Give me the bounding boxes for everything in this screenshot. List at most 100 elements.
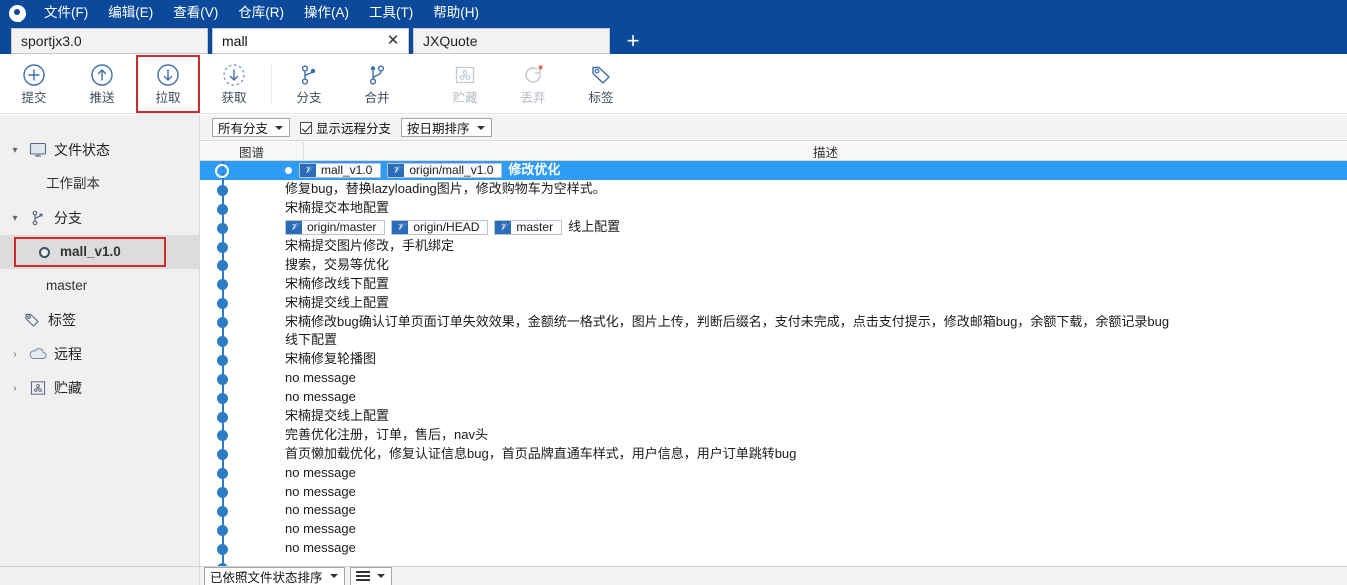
app-logo: [0, 0, 34, 26]
commit-row[interactable]: no message: [200, 519, 1347, 539]
commit-row[interactable]: 宋楠提交图片修改，手机绑定: [200, 236, 1347, 256]
toolbar-label: 拉取: [155, 91, 181, 105]
commit-row[interactable]: [200, 557, 1347, 566]
commit-row[interactable]: 宋楠修改bug确认订单页面订单失效效果，金额统一格式化，图片上传，判断后缀名，支…: [200, 312, 1347, 332]
commit-row[interactable]: 线下配置: [200, 331, 1347, 350]
menu-edit[interactable]: 编辑(E): [98, 2, 163, 24]
chevron-down-icon[interactable]: ▾: [8, 145, 22, 156]
menu-tools[interactable]: 工具(T): [359, 2, 423, 24]
toolbar-fetch-button[interactable]: 获取: [200, 56, 268, 112]
toolbar-discard-button[interactable]: 丢弃: [499, 56, 567, 112]
sidebar-label: 贮藏: [54, 380, 82, 396]
menu-repository[interactable]: 仓库(R): [228, 2, 294, 24]
commit-row[interactable]: 修复bug，替换lazyloading图片，修改购物车为空样式。: [200, 179, 1347, 199]
filter-bar: 所有分支 显示远程分支 按日期排序: [200, 115, 1347, 141]
ref-badge[interactable]: 𝒱origin/master: [285, 219, 386, 235]
toolbar-pull-button[interactable]: 拉取: [136, 54, 200, 113]
commit-row[interactable]: no message: [200, 538, 1347, 558]
chevron-down-icon: [476, 125, 485, 130]
view-mode-dropdown[interactable]: [349, 566, 392, 585]
commit-message: 宋楠修改bug确认订单页面订单失效效果，金额统一格式化，图片上传，判断后缀名，支…: [285, 313, 1170, 329]
toolbar-push-button[interactable]: 推送: [68, 56, 136, 112]
graph-commit-node-icon: [217, 449, 228, 461]
menu-view[interactable]: 查看(V): [163, 2, 228, 24]
toolbar-branch-button[interactable]: 分支: [275, 56, 343, 112]
commit-row[interactable]: 搜索，交易等优化: [200, 255, 1347, 275]
commit-row[interactable]: 宋楠提交线上配置: [200, 293, 1347, 313]
sidebar-label: 文件状态: [54, 142, 110, 158]
ref-badge[interactable]: 𝒱master: [494, 219, 563, 235]
sidebar-item-branch-mall-v1[interactable]: mall_v1.0: [0, 235, 199, 269]
commit-row[interactable]: 宋楠提交本地配置: [200, 198, 1347, 218]
toolbar-label: 标签: [588, 91, 614, 105]
show-remote-branches-checkbox[interactable]: 显示远程分支: [300, 118, 391, 137]
sidebar-item-branch-master[interactable]: master: [0, 269, 199, 303]
graph-commit-node-icon: [217, 468, 228, 480]
commit-row[interactable]: 宋楠修复轮播图: [200, 349, 1347, 369]
commit-row[interactable]: 𝒱mall_v1.0 𝒱origin/mall_v1.0 修改优化: [200, 161, 1347, 180]
push-up-arrow-icon: [90, 62, 114, 88]
toolbar-tag-button[interactable]: 标签: [567, 56, 635, 112]
toolbar-label: 提交: [21, 91, 47, 105]
file-sort-dropdown[interactable]: 已依照文件状态排序: [204, 566, 345, 585]
ref-badge[interactable]: 𝒱origin/mall_v1.0: [387, 162, 503, 178]
ref-badge[interactable]: 𝒱mall_v1.0: [299, 162, 382, 178]
graph-commit-node-icon: [217, 298, 228, 310]
toolbar-stash-button[interactable]: 贮藏: [431, 56, 499, 112]
commit-row[interactable]: no message: [200, 368, 1347, 388]
commit-row[interactable]: 𝒱origin/master 𝒱origin/HEAD 𝒱master 线上配置: [200, 217, 1347, 237]
chevron-right-icon[interactable]: ›: [8, 349, 22, 360]
commit-row[interactable]: no message: [200, 387, 1347, 407]
sidebar-item-remotes[interactable]: › 远程: [0, 337, 199, 371]
commit-message: 宋楠修改线下配置: [285, 275, 390, 291]
column-header-description[interactable]: 描述: [304, 142, 1347, 161]
new-tab-button[interactable]: +: [622, 30, 644, 54]
tab-close-icon[interactable]: ✕: [386, 33, 400, 48]
tab-mall[interactable]: mall ✕: [212, 28, 409, 54]
list-view-icon: [355, 571, 370, 581]
branch-icon: [297, 62, 321, 88]
sidebar-item-working-copy[interactable]: 工作副本: [0, 167, 199, 201]
toolbar-merge-button[interactable]: 合并: [343, 56, 411, 112]
commit-row[interactable]: no message: [200, 463, 1347, 483]
toolbar-label: 推送: [89, 91, 115, 105]
tab-jxquote[interactable]: JXQuote: [413, 28, 610, 54]
commit-list[interactable]: 𝒱mall_v1.0 𝒱origin/mall_v1.0 修改优化 修复bug，替换l…: [200, 161, 1347, 566]
branch-ref-icon: 𝒱: [300, 163, 316, 177]
sort-order-dropdown[interactable]: 按日期排序: [401, 118, 492, 137]
toolbar-label: 合并: [364, 91, 390, 105]
toolbar-label: 贮藏: [452, 91, 478, 105]
menu-actions[interactable]: 操作(A): [294, 2, 359, 24]
sidebar-item-file-status[interactable]: ▾ 文件状态: [0, 133, 199, 167]
tab-sportjx[interactable]: sportjx3.0: [11, 28, 208, 54]
commit-row[interactable]: no message: [200, 482, 1347, 502]
chevron-right-icon[interactable]: ›: [8, 383, 22, 394]
commit-description-cell: no message: [285, 463, 356, 482]
merge-icon: [365, 62, 389, 88]
sidebar-item-branches[interactable]: ▾ 分支: [0, 201, 199, 235]
sort-order-value: 按日期排序: [407, 122, 470, 136]
ref-badge[interactable]: 𝒱origin/HEAD: [391, 219, 489, 235]
menu-help[interactable]: 帮助(H): [423, 2, 489, 24]
commit-description-cell: 线下配置: [285, 331, 337, 350]
sidebar-label: 远程: [54, 346, 82, 362]
commit-row[interactable]: 首页懒加载优化，修复认证信息bug，首页品牌直通车样式，用户信息，用户订单跳转b…: [200, 444, 1347, 464]
menu-file[interactable]: 文件(F): [34, 2, 98, 24]
tab-label: mall: [222, 33, 248, 49]
menu-bar: 文件(F) 编辑(E) 查看(V) 仓库(R) 操作(A) 工具(T) 帮助(H…: [0, 0, 1347, 26]
commit-row[interactable]: 宋楠提交线上配置: [200, 406, 1347, 426]
sidebar-item-tags[interactable]: 标签: [0, 303, 199, 337]
chevron-down-icon[interactable]: ▾: [8, 213, 22, 224]
column-header-graph[interactable]: 图谱: [200, 142, 304, 161]
status-bar: 已依照文件状态排序: [200, 566, 1347, 585]
commit-description-cell: no message: [285, 520, 356, 539]
commit-row[interactable]: 完善优化注册，订单，售后，nav头: [200, 425, 1347, 445]
commit-row[interactable]: no message: [200, 501, 1347, 520]
commit-row[interactable]: 宋楠修改线下配置: [200, 274, 1347, 294]
sidebar-label: master: [46, 278, 88, 293]
commit-description-cell: 宋楠提交线上配置: [285, 293, 389, 312]
commit-message: 宋楠提交图片修改，手机绑定: [285, 238, 455, 253]
sidebar-item-stashes[interactable]: › 贮藏: [0, 371, 199, 405]
toolbar-commit-button[interactable]: 提交: [0, 56, 68, 112]
branch-filter-dropdown[interactable]: 所有分支: [212, 118, 291, 137]
